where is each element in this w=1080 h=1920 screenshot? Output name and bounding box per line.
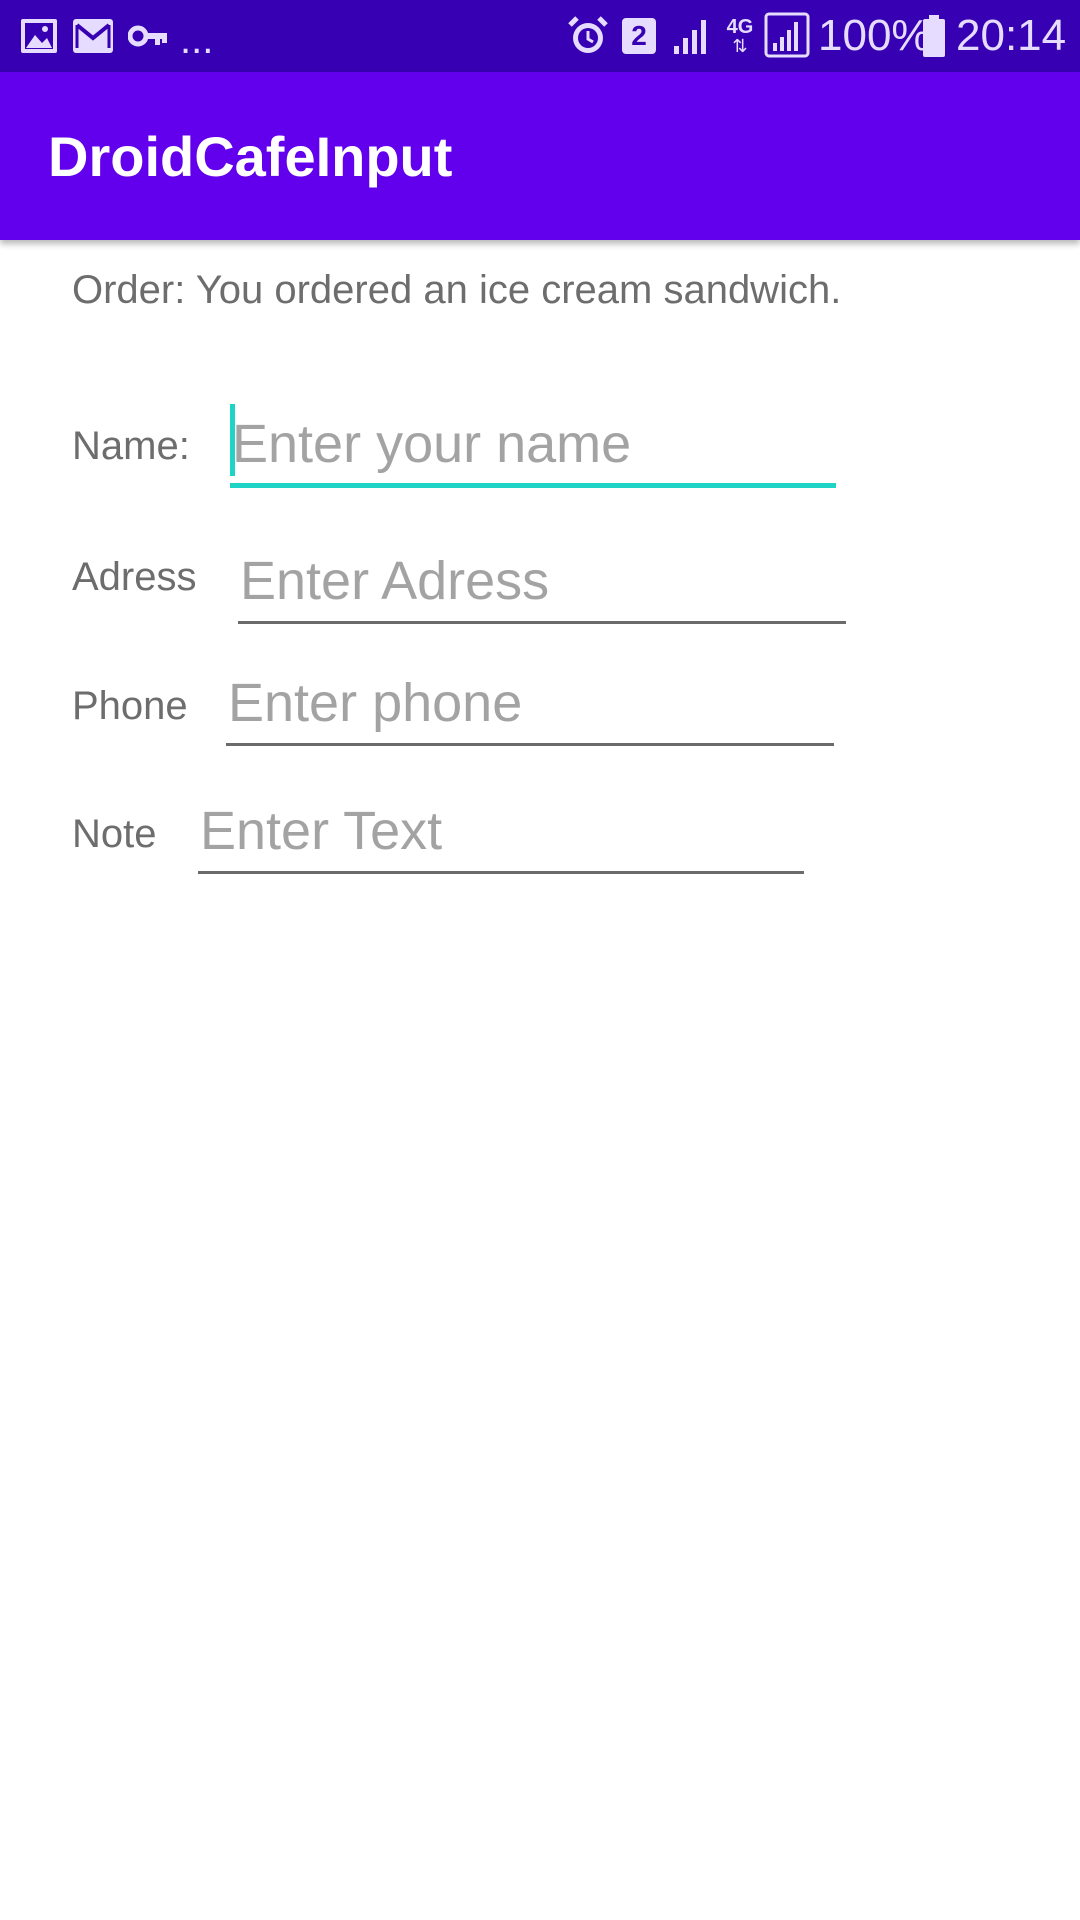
note-input[interactable] (198, 790, 804, 874)
network-type-indicator: 4G ⇅ (722, 14, 758, 58)
cellular-signal-icon (764, 12, 810, 58)
text-cursor (230, 404, 235, 476)
battery-percentage: 100% (818, 11, 931, 60)
name-label: Name: (72, 424, 190, 468)
note-label: Note (72, 812, 157, 856)
signal-icon (672, 16, 712, 56)
alarm-icon (566, 14, 610, 58)
app-bar: DroidCafeInput (0, 72, 1080, 240)
phone-input[interactable] (226, 662, 834, 746)
key-icon (128, 22, 168, 50)
data-arrows-icon: ⇅ (732, 36, 748, 56)
phone-label: Phone (72, 684, 188, 728)
address-input[interactable] (238, 540, 846, 624)
sim-badge-number: 2 (631, 20, 647, 51)
name-input[interactable] (230, 404, 836, 488)
status-time: 20:14 (956, 11, 1067, 60)
order-text: Order: You ordered an ice cream sandwich… (72, 268, 842, 312)
status-bar: ... 2 4G ⇅ 100% 20:14 (0, 0, 1080, 72)
notification-overflow: ... (180, 17, 214, 62)
network-type-label: 4G (726, 16, 754, 38)
address-label: Adress (72, 555, 197, 599)
app-title: DroidCafeInput (48, 124, 453, 188)
gallery-icon (20, 18, 58, 54)
sim-badge: 2 (622, 18, 656, 54)
mail-icon (72, 18, 114, 54)
battery-icon (922, 14, 946, 58)
